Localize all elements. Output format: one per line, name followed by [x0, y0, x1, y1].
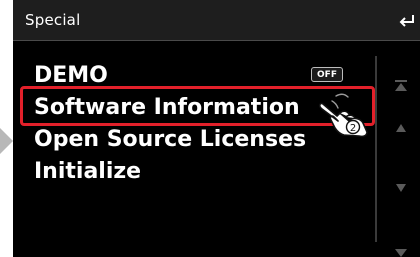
triangle-down-icon [396, 184, 406, 192]
menu-item-initialize[interactable]: Initialize [13, 156, 373, 192]
demo-status-badge: OFF [311, 67, 343, 82]
double-triangle-up-icon [395, 80, 407, 91]
step-number-label: 2 [350, 123, 356, 134]
back-button[interactable] [394, 8, 420, 34]
scroll-up-button[interactable] [389, 118, 413, 138]
menu-item-label: Initialize [34, 159, 142, 184]
page-title: Special [25, 11, 81, 29]
triangle-up-icon [396, 124, 406, 132]
callout-pointer-arrow [0, 128, 13, 154]
scroll-to-bottom-button[interactable] [389, 244, 413, 257]
scroll-to-top-button[interactable] [389, 76, 413, 96]
scrollbar-track [375, 56, 377, 242]
title-bar: Special [13, 0, 420, 41]
menu-item-label: Open Source Licenses [34, 127, 307, 152]
tapping-hand-icon: 2 [318, 93, 368, 138]
double-triangle-down-icon [395, 249, 407, 257]
scroll-controls [383, 50, 420, 257]
scroll-down-button[interactable] [389, 178, 413, 198]
special-settings-screen: Special DEMO OFF Software Information Op… [13, 0, 420, 257]
back-arrow-icon [399, 15, 414, 27]
